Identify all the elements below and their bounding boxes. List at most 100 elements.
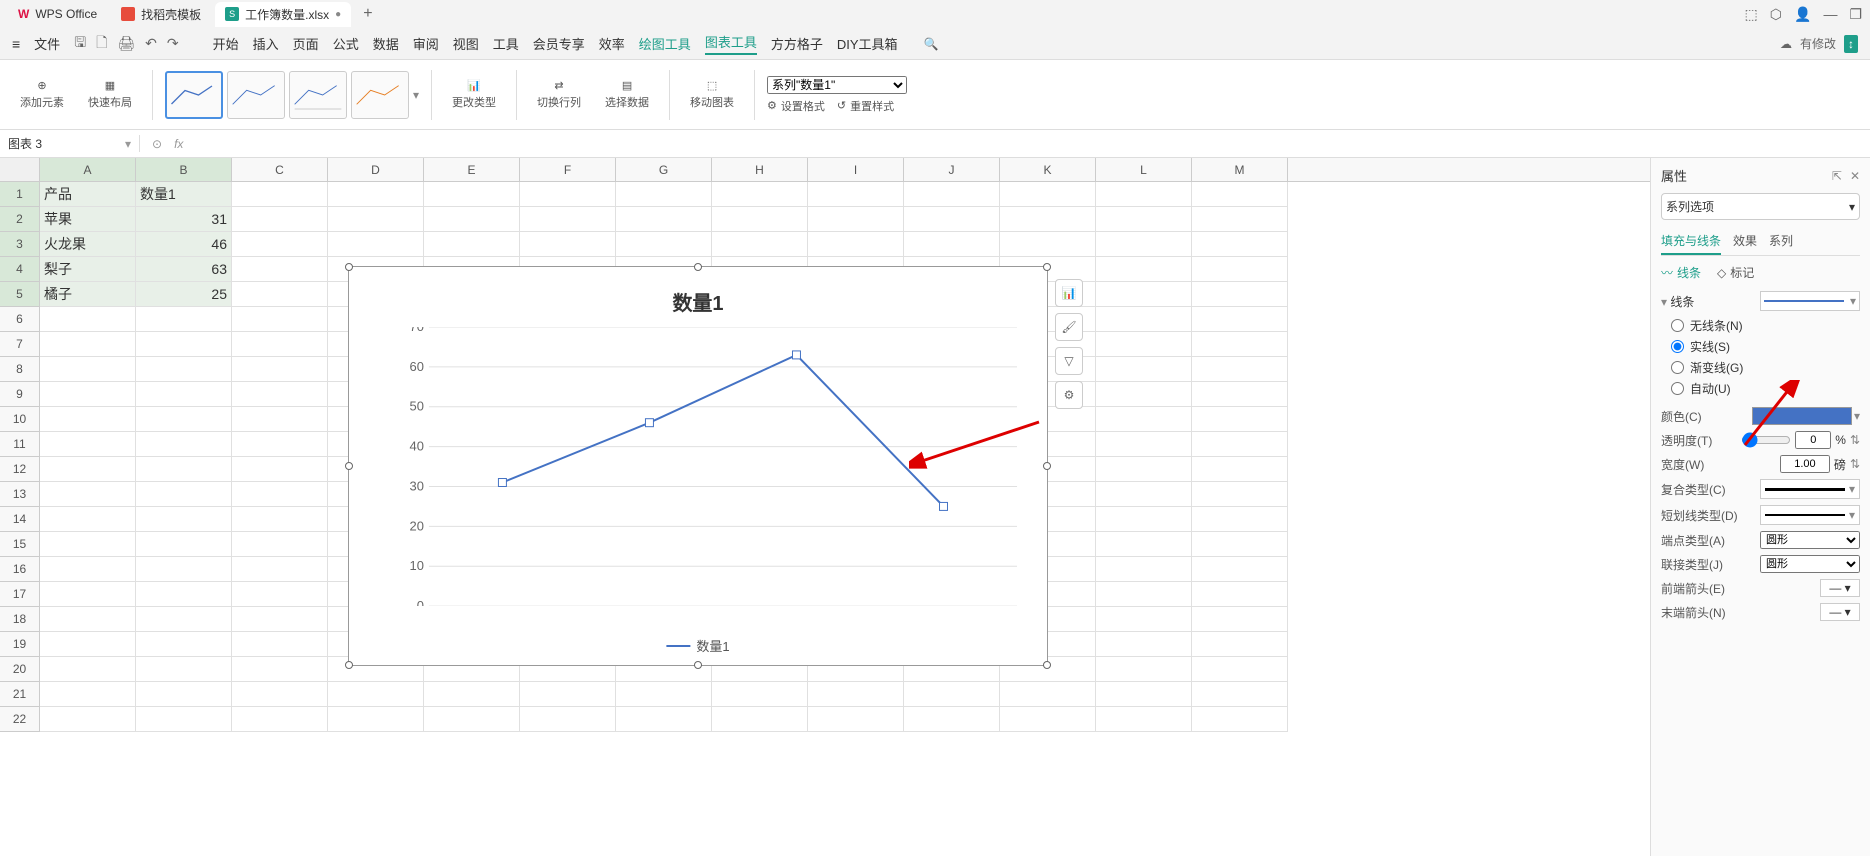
menu-diy[interactable]: DIY工具箱 [837, 34, 898, 53]
cell[interactable] [1000, 682, 1096, 707]
cell[interactable] [136, 432, 232, 457]
menu-view[interactable]: 视图 [453, 34, 479, 53]
cell[interactable] [904, 232, 1000, 257]
chart-elements-button[interactable]: 📊 [1055, 279, 1083, 307]
cell[interactable] [904, 682, 1000, 707]
cell[interactable] [40, 507, 136, 532]
menu-tools[interactable]: 工具 [493, 34, 519, 53]
row-header-20[interactable]: 20 [0, 657, 40, 682]
menu-formula[interactable]: 公式 [333, 34, 359, 53]
chart-styles-button[interactable]: 🖌 [1055, 313, 1083, 341]
cell[interactable] [328, 207, 424, 232]
cell[interactable] [712, 182, 808, 207]
row-header-14[interactable]: 14 [0, 507, 40, 532]
cell[interactable] [712, 207, 808, 232]
cell[interactable] [136, 682, 232, 707]
cell[interactable] [424, 682, 520, 707]
menu-page[interactable]: 页面 [293, 34, 319, 53]
row-header-17[interactable]: 17 [0, 582, 40, 607]
cell[interactable] [136, 507, 232, 532]
row-header-1[interactable]: 1 [0, 182, 40, 207]
cell[interactable] [1096, 682, 1192, 707]
cell[interactable] [616, 707, 712, 732]
join-select[interactable]: 圆形 [1760, 555, 1860, 573]
fx-search-icon[interactable]: ⊙ [152, 137, 162, 151]
cell[interactable] [1192, 457, 1288, 482]
cell[interactable]: 橘子 [40, 282, 136, 307]
line-preview-dropdown[interactable]: ▾ [1760, 291, 1860, 311]
changes-label[interactable]: 有修改 [1800, 35, 1836, 52]
cell[interactable] [1192, 507, 1288, 532]
radio-no-line[interactable]: 无线条(N) [1671, 317, 1860, 334]
col-header-C[interactable]: C [232, 158, 328, 181]
cell[interactable] [1192, 632, 1288, 657]
col-header-A[interactable]: A [40, 158, 136, 181]
cell[interactable] [40, 557, 136, 582]
cap-select[interactable]: 圆形 [1760, 531, 1860, 549]
menu-chart-tools[interactable]: 图表工具 [705, 32, 757, 55]
cell[interactable] [232, 357, 328, 382]
cell[interactable] [1192, 332, 1288, 357]
cell[interactable] [616, 182, 712, 207]
menu-ffgz[interactable]: 方方格子 [771, 34, 823, 53]
cell[interactable] [712, 682, 808, 707]
cell[interactable] [520, 182, 616, 207]
cell[interactable] [40, 457, 136, 482]
cell[interactable] [40, 532, 136, 557]
cell[interactable] [328, 182, 424, 207]
cell[interactable]: 46 [136, 232, 232, 257]
select-all-corner[interactable] [0, 158, 40, 181]
cell[interactable] [1096, 607, 1192, 632]
col-header-F[interactable]: F [520, 158, 616, 181]
cell[interactable] [1096, 407, 1192, 432]
cell[interactable]: 31 [136, 207, 232, 232]
move-chart-button[interactable]: ⬚ 移动图表 [682, 75, 742, 114]
cell[interactable] [136, 557, 232, 582]
cell[interactable] [40, 632, 136, 657]
tab-fill-line[interactable]: 填充与线条 [1661, 228, 1721, 255]
name-box[interactable]: 图表 3 ▾ [0, 135, 140, 152]
cell[interactable] [136, 607, 232, 632]
tab-effect[interactable]: 效果 [1733, 228, 1757, 255]
row-header-12[interactable]: 12 [0, 457, 40, 482]
window-icon-2[interactable]: ⬡ [1770, 6, 1782, 23]
cell[interactable] [616, 682, 712, 707]
cell[interactable] [808, 707, 904, 732]
cell[interactable] [40, 382, 136, 407]
cell[interactable] [1096, 532, 1192, 557]
menu-drawing-tools[interactable]: 绘图工具 [639, 34, 691, 53]
cell[interactable] [232, 307, 328, 332]
menu-insert[interactable]: 插入 [253, 34, 279, 53]
chart-title[interactable]: 数量1 [349, 287, 1047, 316]
arrow-end-dropdown[interactable]: — ▾ [1820, 603, 1860, 621]
row-header-15[interactable]: 15 [0, 532, 40, 557]
row-header-21[interactable]: 21 [0, 682, 40, 707]
cell[interactable] [1096, 307, 1192, 332]
chart-object[interactable]: 数量1 010203040506070 [348, 266, 1048, 666]
cell[interactable] [232, 532, 328, 557]
col-header-K[interactable]: K [1000, 158, 1096, 181]
menu-start[interactable]: 开始 [213, 34, 239, 53]
name-box-dropdown-icon[interactable]: ▾ [125, 137, 131, 151]
cell[interactable] [1096, 632, 1192, 657]
chart-style-3[interactable] [289, 71, 347, 119]
undo-icon[interactable]: ↶ [145, 35, 157, 52]
cell[interactable] [904, 182, 1000, 207]
cell[interactable] [232, 407, 328, 432]
cell[interactable] [232, 632, 328, 657]
cell[interactable]: 产品 [40, 182, 136, 207]
chart-filter-button[interactable]: ▽ [1055, 347, 1083, 375]
cell[interactable] [1192, 582, 1288, 607]
cell[interactable] [40, 682, 136, 707]
cell[interactable] [1096, 557, 1192, 582]
cell[interactable] [1096, 482, 1192, 507]
cell[interactable] [232, 557, 328, 582]
cell[interactable] [424, 207, 520, 232]
width-input[interactable] [1780, 455, 1830, 473]
cell[interactable] [1096, 332, 1192, 357]
cell[interactable] [232, 382, 328, 407]
cell[interactable] [136, 707, 232, 732]
switch-rc-button[interactable]: ⇄ 切换行列 [529, 75, 589, 114]
menu-member[interactable]: 会员专享 [533, 34, 585, 53]
cell[interactable] [40, 657, 136, 682]
